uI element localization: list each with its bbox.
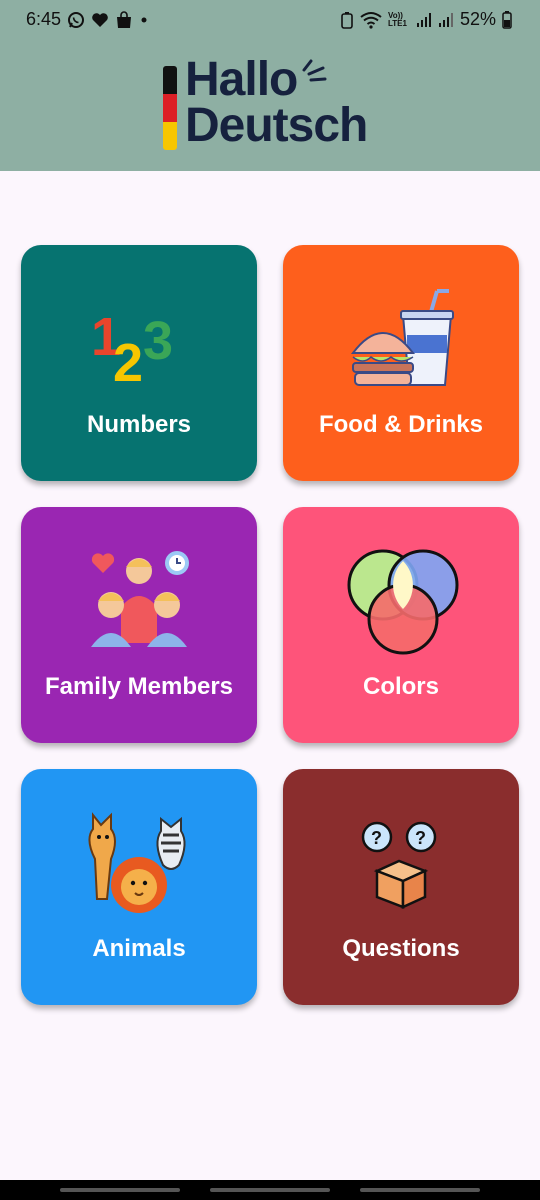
category-card-food-drinks[interactable]: Food & Drinks <box>283 245 519 481</box>
nav-home-button[interactable] <box>210 1188 330 1192</box>
category-label-colors: Colors <box>362 673 439 700</box>
whatsapp-icon <box>67 11 85 29</box>
shopping-bag-icon <box>115 10 133 29</box>
family-icon <box>91 551 189 647</box>
notification-dot-icon <box>139 15 149 25</box>
question-box-icon: ? ? <box>361 821 437 909</box>
status-left: 6:45 <box>26 9 149 30</box>
category-label-animals: Animals <box>92 935 186 962</box>
app-header: Hallo Deutsch <box>0 40 540 171</box>
category-card-family-members[interactable]: Family Members <box>21 507 257 743</box>
signal-icon <box>416 12 432 28</box>
numbers-123-icon: 1 2 3 <box>91 307 173 393</box>
german-flag-icon <box>163 66 177 150</box>
category-label-questions: Questions <box>342 935 460 962</box>
battery-icon <box>502 10 512 29</box>
svg-text:3: 3 <box>143 311 173 371</box>
animals-icon <box>88 812 186 913</box>
svg-text:?: ? <box>371 828 382 848</box>
nav-recents-button[interactable] <box>60 1188 180 1192</box>
burger-drink-icon <box>350 289 454 386</box>
status-bar: 6:45 Vo)) LTE1 52% <box>0 0 540 40</box>
status-time: 6:45 <box>26 9 62 29</box>
wifi-icon <box>360 11 382 29</box>
nav-back-button[interactable] <box>360 1188 480 1192</box>
category-label-family-members: Family Members <box>44 673 234 700</box>
sparkle-rays-icon <box>302 59 327 82</box>
category-card-questions[interactable]: ? ? Questions <box>283 769 519 1005</box>
data-saver-icon <box>340 11 354 29</box>
category-label-numbers: Numbers <box>86 411 192 438</box>
system-nav-bar <box>0 1180 540 1200</box>
category-label-food-drinks: Food & Drinks <box>318 411 483 438</box>
signal-icon-2 <box>438 12 454 28</box>
network-label: Vo)) LTE1 <box>387 10 407 28</box>
battery-percent: 52% <box>459 9 496 29</box>
logo-text-deutsch: Deutsch <box>185 99 368 152</box>
category-card-numbers[interactable]: 1 2 3 Numbers <box>21 245 257 481</box>
category-card-animals[interactable]: Animals <box>21 769 257 1005</box>
status-right: Vo)) LTE1 52% <box>340 9 512 30</box>
heart-icon <box>91 12 109 28</box>
venn-colors-icon <box>347 549 459 655</box>
svg-text:2: 2 <box>113 333 143 393</box>
app-logo: Hallo Deutsch <box>163 53 393 158</box>
svg-text:?: ? <box>415 828 426 848</box>
category-card-colors[interactable]: Colors <box>283 507 519 743</box>
